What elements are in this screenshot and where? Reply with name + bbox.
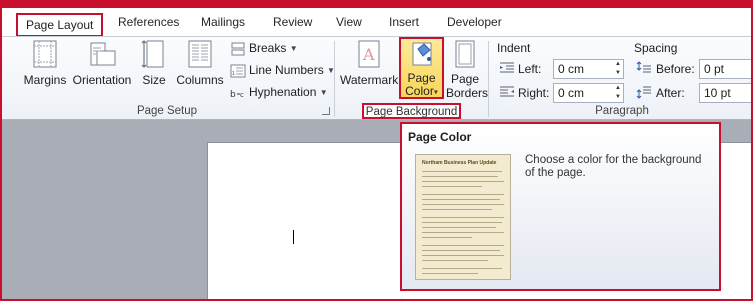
text-cursor <box>293 230 294 244</box>
preview-text-line <box>422 171 502 172</box>
tab-references[interactable]: References <box>118 14 179 34</box>
preview-text-line <box>422 217 504 218</box>
preview-text-line <box>422 245 504 246</box>
watermark-button[interactable]: A Watermark <box>340 39 398 87</box>
spacing-title: Spacing <box>634 41 678 55</box>
spacing-after-icon <box>636 86 651 99</box>
preview-text-line <box>422 176 498 177</box>
line-numbers-icon: 1 <box>230 64 246 78</box>
preview-text-line <box>422 181 504 182</box>
page-color-tooltip: Page Color Northam Business Plan Update … <box>400 122 721 291</box>
page-color-label-line2: Color▾ <box>405 84 438 98</box>
hyphenation-icon: b c <box>230 90 244 100</box>
spacing-before-icon <box>636 61 651 73</box>
page-borders-icon <box>455 40 475 68</box>
preview-text-line <box>422 227 496 228</box>
columns-icon <box>188 40 212 68</box>
orientation-icon <box>90 42 116 66</box>
size-button[interactable]: Size <box>138 39 170 87</box>
tab-developer[interactable]: Developer <box>447 14 502 34</box>
preview-text-line <box>422 222 502 223</box>
svg-text:b: b <box>230 90 236 100</box>
indent-title: Indent <box>497 41 531 55</box>
paint-bucket-icon <box>412 42 432 66</box>
breaks-icon <box>231 42 245 56</box>
indent-right-input[interactable]: 0 cm ▲ ▼ <box>553 83 624 103</box>
page-color-button[interactable]: Page Color▾ <box>399 37 444 99</box>
breaks-label: Breaks <box>249 41 287 55</box>
ribbon: Margins Orientation Size Columns Breaks … <box>2 36 751 120</box>
indent-right-label: Right: <box>518 86 550 100</box>
preview-text-line <box>422 250 500 251</box>
page-size-icon <box>141 40 164 68</box>
breaks-button[interactable]: Breaks ▼ <box>230 39 298 57</box>
preview-text-line <box>422 232 504 233</box>
tab-review[interactable]: Review <box>273 14 312 34</box>
spacing-before-input[interactable]: 0 pt <box>699 59 751 79</box>
orientation-label: Orientation <box>72 73 132 87</box>
tab-mailings[interactable]: Mailings <box>201 14 245 34</box>
svg-text:c: c <box>240 91 244 99</box>
svg-text:A: A <box>362 45 375 64</box>
margins-button[interactable]: Margins <box>22 39 68 87</box>
columns-button[interactable]: Columns <box>176 39 224 87</box>
indent-right-icon <box>500 86 514 97</box>
tab-view[interactable]: View <box>336 14 362 34</box>
ribbon-tabs: Page Layout References Mailings Review V… <box>2 8 751 37</box>
indent-left-label: Left: <box>518 62 542 76</box>
watermark-label: Watermark <box>340 73 399 87</box>
page-color-dropdown-icon: ▾ <box>433 87 438 97</box>
indent-left-input[interactable]: 0 cm ▲ ▼ <box>553 59 624 79</box>
hyphenation-button[interactable]: b c Hyphenation ▼ <box>230 83 328 101</box>
paragraph-group-label: Paragraph <box>595 105 649 117</box>
page-background-group-label: Page Background <box>365 106 458 118</box>
margins-icon <box>33 40 57 68</box>
indent-right-spinner[interactable]: ▲ ▼ <box>613 84 623 102</box>
preview-text-line <box>422 268 502 269</box>
preview-heading: Northam Business Plan Update <box>422 160 497 166</box>
hyphenation-label: Hyphenation <box>249 85 317 99</box>
preview-text-line <box>422 273 478 274</box>
indent-left-icon <box>500 62 514 73</box>
tab-page-layout[interactable]: Page Layout <box>16 13 104 37</box>
tooltip-title: Page Color <box>408 130 472 144</box>
preview-text-line <box>422 255 504 256</box>
page-borders-label-line2: Borders <box>446 86 489 100</box>
margins-label: Margins <box>23 73 67 87</box>
indent-left-spinner[interactable]: ▲ ▼ <box>613 60 623 78</box>
group-separator <box>334 41 335 117</box>
preview-text-line <box>422 209 492 210</box>
spacing-before-label: Before: <box>656 62 695 76</box>
preview-text-line <box>422 204 504 205</box>
preview-text-line <box>422 237 472 238</box>
page-borders-label-line1: Page <box>450 72 480 86</box>
orientation-button[interactable]: Orientation <box>70 39 134 87</box>
tooltip-description: Choose a color for the background of the… <box>525 154 702 179</box>
page-background-group-highlight: Page Background <box>362 103 461 119</box>
breaks-dropdown-icon: ▼ <box>289 43 298 53</box>
preview-text-line <box>422 260 488 261</box>
line-numbers-label: Line Numbers <box>249 63 324 77</box>
preview-text-line <box>422 194 504 195</box>
tab-insert[interactable]: Insert <box>389 14 419 34</box>
hyphenation-dropdown-icon: ▼ <box>319 87 328 97</box>
svg-text:1: 1 <box>232 71 235 77</box>
page-setup-launcher-icon[interactable] <box>322 107 330 115</box>
page-setup-group-label: Page Setup <box>136 105 198 117</box>
spacing-after-input[interactable]: 10 pt <box>699 83 751 103</box>
preview-text-line <box>422 186 482 187</box>
group-separator <box>488 41 489 117</box>
watermark-icon: A <box>358 40 380 68</box>
preview-text-line <box>422 199 500 200</box>
page-borders-button[interactable]: Page Borders <box>446 39 489 100</box>
columns-label: Columns <box>176 73 224 87</box>
tooltip-preview-image: Northam Business Plan Update <box>415 154 511 280</box>
word-window: Page Layout References Mailings Review V… <box>0 0 753 301</box>
size-label: Size <box>142 73 166 87</box>
spacing-after-label: After: <box>656 86 685 100</box>
line-numbers-button[interactable]: 1 Line Numbers ▼ <box>230 61 335 79</box>
